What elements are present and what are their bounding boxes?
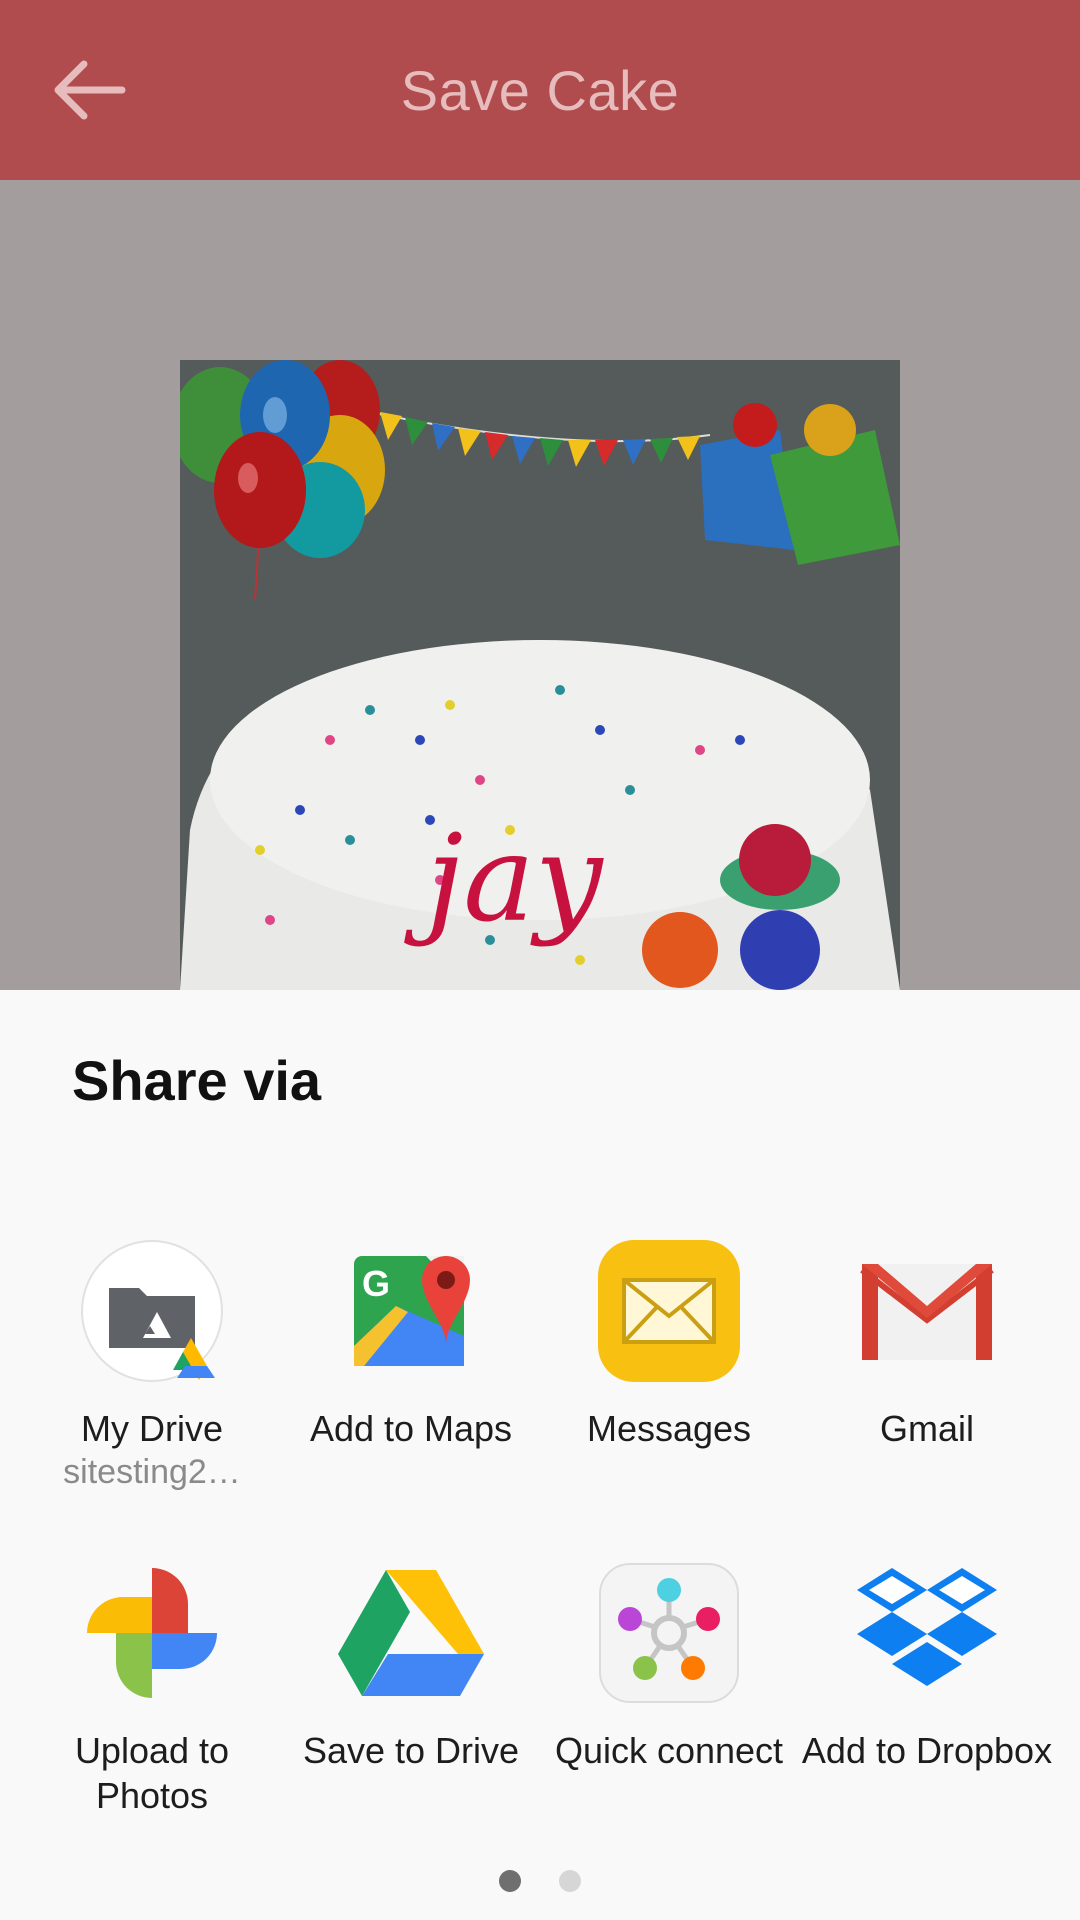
share-item-gmail[interactable]: Gmail	[798, 1236, 1056, 1451]
cake-name-text: jay	[404, 810, 605, 949]
share-item-label: Upload to Photos	[74, 1730, 230, 1816]
share-sheet-title: Share via	[72, 1049, 322, 1112]
share-item-account: sitesting2…	[63, 1453, 241, 1491]
page-dot-active[interactable]	[498, 1870, 521, 1892]
share-item-label: My Drive	[81, 1408, 223, 1449]
svg-text:G: G	[362, 1263, 390, 1304]
dropbox-icon	[857, 1568, 997, 1686]
share-item-label: Quick connect	[554, 1730, 784, 1771]
share-item-add-to-dropbox[interactable]: Add to Dropbox	[798, 1558, 1056, 1773]
messages-icon	[598, 1240, 740, 1382]
page-dot[interactable]	[559, 1870, 582, 1892]
share-item-quick-connect[interactable]: Quick connect	[540, 1558, 798, 1773]
google-photos-icon	[87, 1568, 217, 1698]
cake-preview-image: jay	[180, 360, 900, 990]
quick-connect-icon	[599, 1563, 739, 1703]
gmail-icon	[860, 1264, 994, 1360]
page-indicator	[0, 1870, 1080, 1897]
share-item-label: Save to Drive	[302, 1730, 520, 1771]
share-item-upload-to-photos[interactable]: Upload to Photos	[23, 1558, 281, 1818]
share-item-save-to-drive[interactable]: Save to Drive	[282, 1558, 540, 1773]
cake: jay	[180, 640, 900, 990]
share-item-label: Gmail	[879, 1408, 974, 1449]
share-item-label: Add to Dropbox	[801, 1730, 1053, 1771]
share-item-label: Add to Maps	[309, 1408, 513, 1449]
share-item-label: Messages	[586, 1408, 752, 1449]
share-item-messages[interactable]: Messages	[540, 1236, 798, 1451]
my-drive-icon	[81, 1240, 223, 1382]
app-bar: Save Cake	[0, 0, 1080, 180]
share-item-my-drive[interactable]: My Drive sitesting2…	[23, 1236, 281, 1493]
share-item-add-to-maps[interactable]: G Add to Maps	[282, 1236, 540, 1451]
google-drive-icon	[338, 1570, 484, 1696]
google-maps-icon: G	[354, 1256, 470, 1366]
page-title: Save Cake	[400, 59, 680, 122]
